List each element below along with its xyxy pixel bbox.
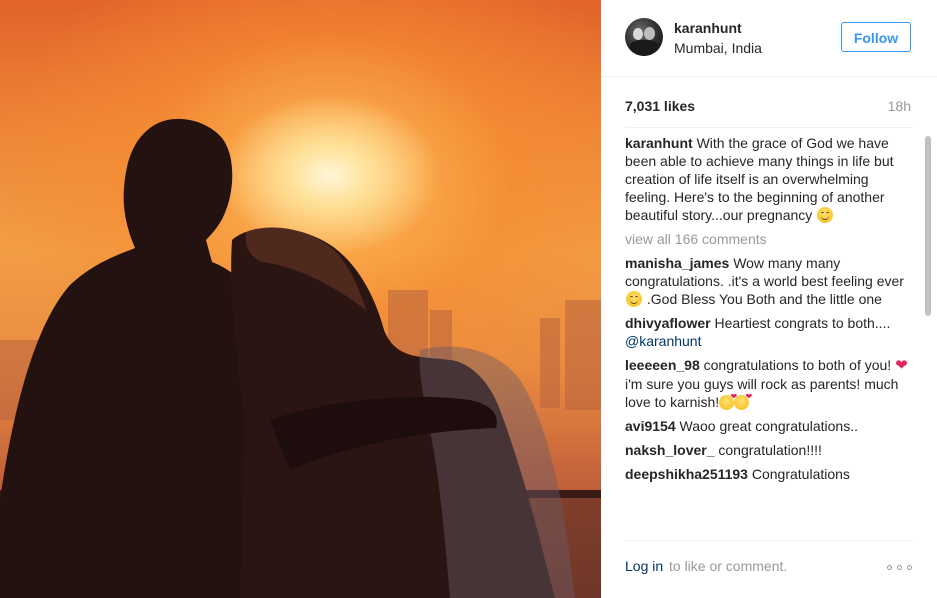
heart-emoji-icon: ❤ [895, 357, 908, 374]
follow-button[interactable]: Follow [841, 22, 911, 52]
comment-username[interactable]: avi9154 [625, 418, 676, 434]
comments-scrollbar[interactable] [924, 130, 932, 532]
likes-count[interactable]: 7,031 likes [625, 98, 695, 114]
author-username[interactable]: karanhunt [674, 20, 742, 36]
comment-item: leeeeen_98 congratulations to both of yo… [625, 356, 913, 411]
scrollbar-thumb[interactable] [925, 136, 931, 316]
post-footer: Log in to like or comment. [601, 546, 937, 586]
divider [625, 540, 913, 541]
comment-username[interactable]: manisha_james [625, 255, 729, 271]
comment-item: dhivyaflower Heartiest congrats to both.… [625, 314, 913, 350]
comment-text: congratulations to both of you! [703, 357, 892, 373]
post-time[interactable]: 18h [888, 98, 911, 114]
comment-item: manisha_james Wow many many congratulati… [625, 254, 913, 308]
comment-username[interactable]: naksh_lover_ [625, 442, 715, 458]
comment-text: Congratulations [751, 466, 850, 482]
comment-username[interactable]: dhivyaflower [625, 315, 711, 331]
avatar[interactable] [625, 18, 663, 56]
caption: karanhunt With the grace of God we have … [625, 134, 913, 224]
kiss-emoji-icon: ❤ [719, 393, 737, 410]
more-options-icon[interactable] [887, 565, 913, 571]
comment-text: .God Bless You Both and the little one [646, 291, 882, 307]
comment-text: i'm sure you guys will rock as parents! … [625, 376, 899, 410]
post-header: karanhunt Mumbai, India Follow [601, 0, 937, 77]
caption-username[interactable]: karanhunt [625, 135, 693, 151]
divider [625, 127, 913, 128]
comment-text: congratulation!!!! [718, 442, 822, 458]
comment-text: Waoo great congratulations.. [679, 418, 858, 434]
login-prompt-text: to like or comment. [669, 558, 788, 574]
post-sidebar: karanhunt Mumbai, India Follow 7,031 lik… [601, 0, 937, 598]
comment-item: naksh_lover_ congratulation!!!! [625, 441, 913, 459]
view-all-comments-link[interactable]: view all 166 comments [625, 230, 913, 248]
comments-list: karanhunt With the grace of God we have … [625, 134, 913, 530]
comment-item: deepshikha251193 Congratulations [625, 465, 913, 483]
comment-text: Heartiest congrats to both.... [714, 315, 891, 331]
comment-username[interactable]: deepshikha251193 [625, 466, 748, 482]
comment-username[interactable]: leeeeen_98 [625, 357, 700, 373]
smile-emoji-icon [817, 207, 834, 223]
photo-silhouette [0, 118, 601, 598]
comment-item: avi9154 Waoo great congratulations.. [625, 417, 913, 435]
login-link[interactable]: Log in [625, 558, 663, 574]
post-photo[interactable] [0, 0, 601, 598]
post-location[interactable]: Mumbai, India [674, 40, 762, 56]
mention-link[interactable]: @karanhunt [625, 333, 701, 349]
smile-emoji-icon [626, 291, 642, 307]
kiss-emoji-icon: ❤ [734, 393, 752, 410]
